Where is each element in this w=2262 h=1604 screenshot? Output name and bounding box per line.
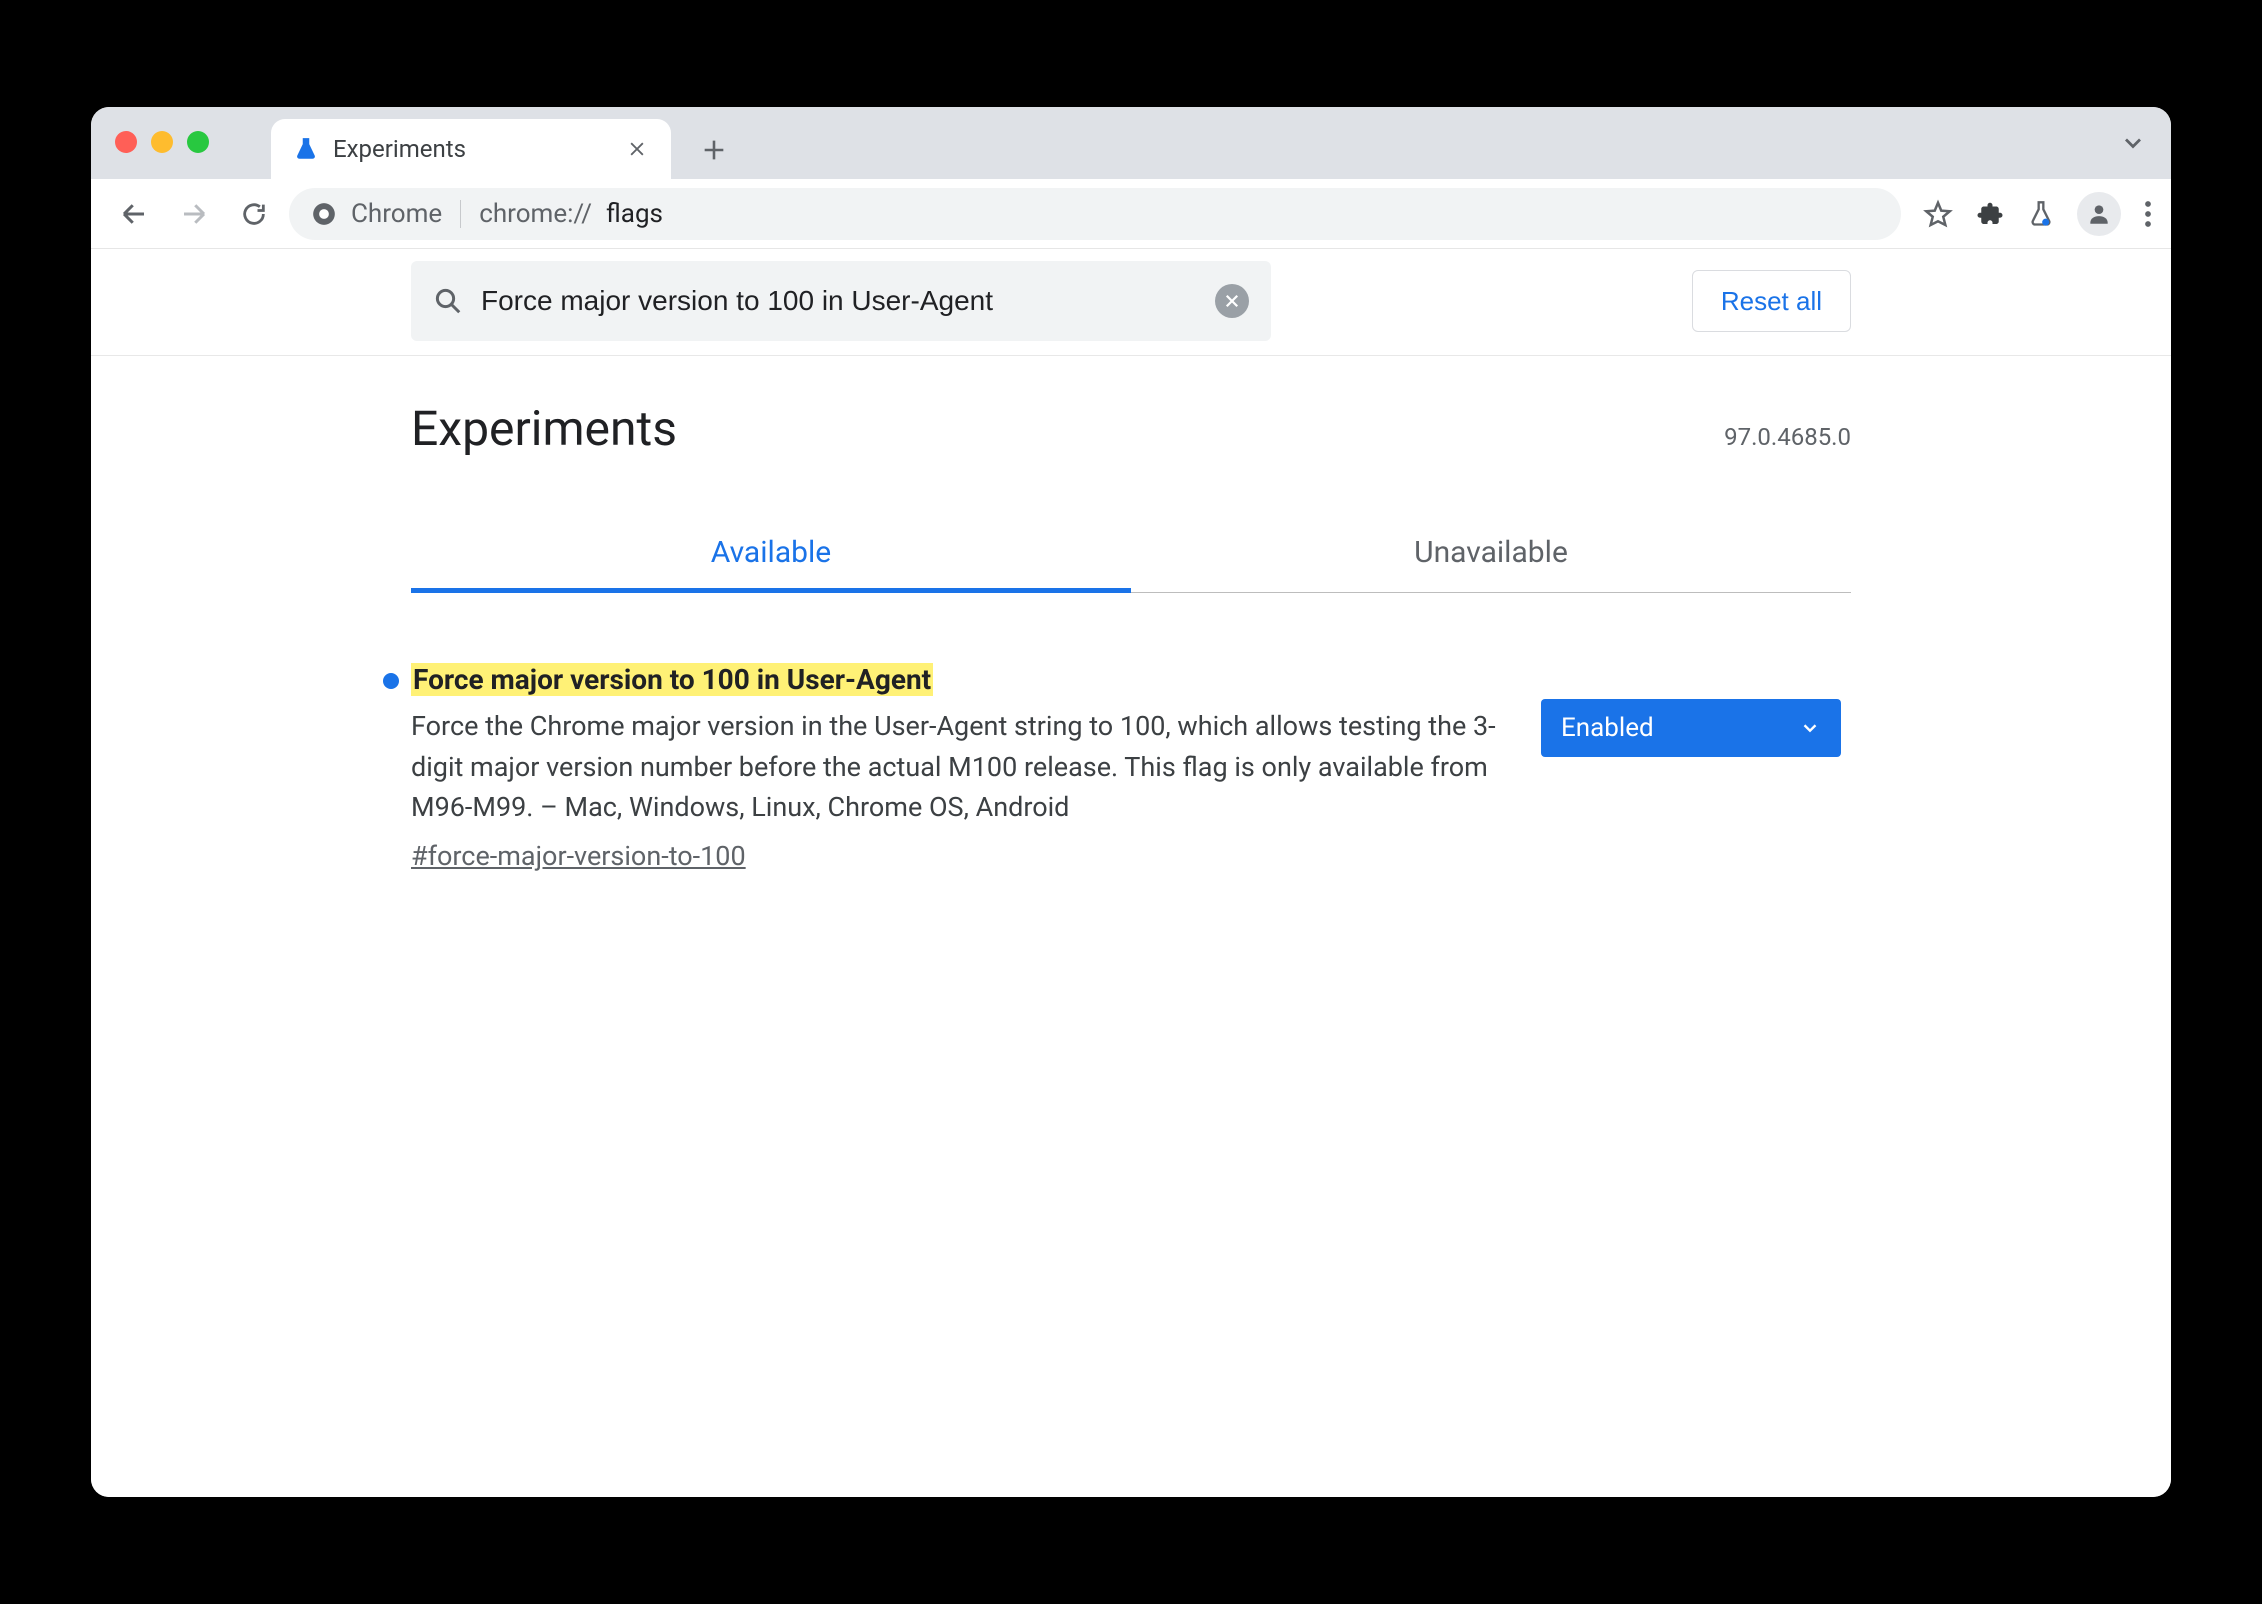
- url-path: flags: [606, 199, 663, 229]
- tabstrip-chevron-down-icon[interactable]: [2119, 129, 2147, 157]
- tab-strip: Experiments: [91, 107, 2171, 179]
- flag-permalink[interactable]: #force-major-version-to-100: [411, 840, 1511, 872]
- address-bar[interactable]: Chrome chrome:// flags: [289, 188, 1901, 240]
- flag-title: Force major version to 100 in User-Agent: [411, 663, 933, 696]
- window-controls: [115, 131, 209, 153]
- profile-avatar-button[interactable]: [2077, 192, 2121, 236]
- toolbar: Chrome chrome:// flags: [91, 179, 2171, 249]
- page-title: Experiments: [411, 400, 677, 457]
- tab-title: Experiments: [333, 135, 466, 163]
- modified-dot-icon: [383, 673, 399, 689]
- close-tab-button[interactable]: [623, 135, 651, 163]
- flags-search-input[interactable]: [481, 285, 1197, 317]
- chrome-version: 97.0.4685.0: [1724, 423, 1851, 451]
- flag-tabs: Available Unavailable: [411, 513, 1851, 593]
- new-tab-button[interactable]: [689, 125, 739, 175]
- bookmark-star-icon[interactable]: [1923, 199, 1953, 229]
- forward-button[interactable]: [169, 189, 219, 239]
- flag-state-value: Enabled: [1561, 713, 1654, 743]
- back-button[interactable]: [109, 189, 159, 239]
- reset-all-button[interactable]: Reset all: [1692, 270, 1851, 332]
- url-scheme: chrome://: [479, 199, 592, 229]
- close-window-button[interactable]: [115, 131, 137, 153]
- browser-window: Experiments Chrome chrome://fl: [91, 107, 2171, 1497]
- chrome-chip-icon: [311, 201, 337, 227]
- flask-icon: [293, 136, 319, 162]
- flags-header: Reset all: [91, 249, 2171, 356]
- tab-unavailable[interactable]: Unavailable: [1131, 513, 1851, 592]
- browser-tab[interactable]: Experiments: [271, 119, 671, 179]
- minimize-window-button[interactable]: [151, 131, 173, 153]
- reload-button[interactable]: [229, 189, 279, 239]
- flag-state-select[interactable]: Enabled: [1541, 699, 1841, 757]
- extensions-puzzle-icon[interactable]: [1975, 199, 2005, 229]
- flags-search-box[interactable]: [411, 261, 1271, 341]
- toolbar-actions: [1923, 192, 2153, 236]
- flag-item: Force major version to 100 in User-Agent…: [411, 663, 1851, 872]
- chip-divider: [460, 200, 461, 228]
- kebab-menu-icon[interactable]: [2143, 199, 2153, 229]
- chrome-chip-label: Chrome: [351, 199, 442, 229]
- labs-flask-icon[interactable]: [2027, 200, 2055, 228]
- page-content: Reset all Experiments 97.0.4685.0 Availa…: [91, 249, 2171, 1497]
- maximize-window-button[interactable]: [187, 131, 209, 153]
- flag-description: Force the Chrome major version in the Us…: [411, 706, 1511, 828]
- chevron-down-icon: [1799, 717, 1821, 739]
- tab-available[interactable]: Available: [411, 513, 1131, 592]
- clear-search-button[interactable]: [1215, 284, 1249, 318]
- search-icon: [433, 286, 463, 316]
